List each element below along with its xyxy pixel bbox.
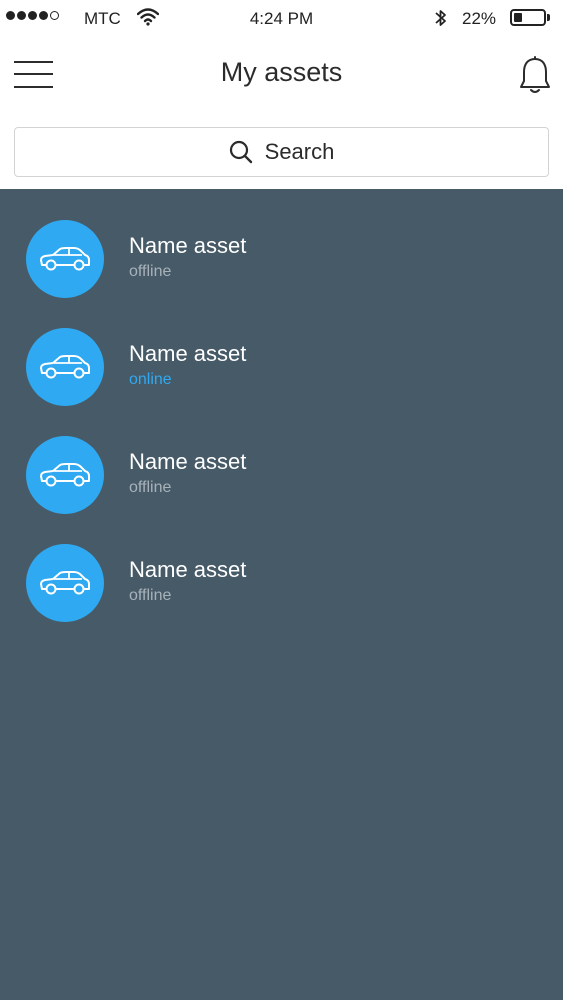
asset-list-item[interactable]: Name asset online (0, 297, 563, 406)
page-title: My assets (220, 57, 343, 87)
asset-name: Name asset (129, 341, 247, 366)
asset-status: offline (129, 263, 172, 280)
bluetooth-icon (434, 8, 448, 33)
battery-cap (547, 14, 550, 21)
hamburger-menu-icon[interactable] (14, 58, 54, 90)
asset-list-item[interactable]: Name asset offline (0, 189, 563, 298)
status-bar: МТС 4:24 PM 22% (0, 0, 563, 36)
asset-list-item[interactable]: Name asset offline (0, 513, 563, 622)
asset-status: online (129, 371, 172, 388)
car-icon (40, 571, 90, 595)
search-icon (229, 140, 252, 164)
asset-name: Name asset (129, 233, 247, 258)
asset-avatar (26, 544, 104, 622)
car-icon (40, 355, 90, 379)
asset-status: offline (129, 479, 172, 496)
battery-icon (510, 9, 546, 26)
search-input[interactable]: Search (14, 127, 549, 177)
car-icon (40, 247, 90, 271)
bell-icon[interactable] (518, 55, 552, 97)
asset-avatar (26, 436, 104, 514)
asset-avatar (26, 220, 104, 298)
asset-list: Name asset offline Name asset online Nam… (0, 189, 563, 1000)
car-icon (40, 463, 90, 487)
asset-list-item[interactable]: Name asset offline (0, 405, 563, 514)
nav-bar: My assets (0, 36, 563, 114)
asset-name: Name asset (129, 557, 247, 582)
search-placeholder: Search (264, 139, 335, 164)
asset-status: offline (129, 587, 172, 604)
asset-avatar (26, 328, 104, 406)
asset-name: Name asset (129, 449, 247, 474)
battery-percentage: 22% (462, 9, 497, 28)
